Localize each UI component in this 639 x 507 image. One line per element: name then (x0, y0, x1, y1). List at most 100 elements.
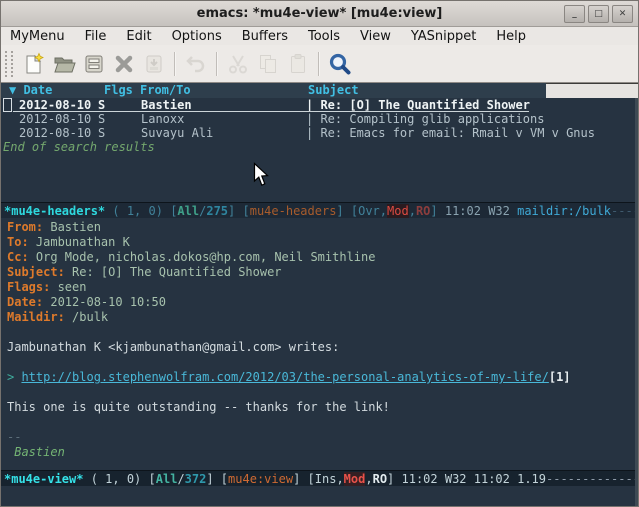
menu-buffers[interactable]: Buffers (242, 29, 288, 44)
window-right-edge (635, 98, 638, 506)
header-line-tail (546, 83, 638, 98)
field-label: Maildir: (7, 310, 65, 324)
field-value: 2012-08-10 10:50 (43, 295, 166, 309)
message-field-flags: Flags: seen (7, 280, 638, 295)
row-from: Suvayu Ali (141, 126, 213, 140)
modeline-pos: Ins, (315, 472, 344, 486)
modeline-pos: ] (387, 472, 401, 486)
message-field-to: To: Jambunathan K (7, 235, 638, 250)
menu-mymenu[interactable]: MyMenu (10, 29, 65, 44)
modeline-all: All (156, 472, 178, 486)
body-line: Jambunathan K <kjambunathan@gmail.com> w… (7, 340, 638, 355)
field-value: Re: [O] The Quantified Shower (65, 265, 282, 279)
menu-tools[interactable]: Tools (308, 29, 340, 44)
message-field-subject: Subject: Re: [O] The Quantified Shower (7, 265, 638, 280)
signature: Bastien (7, 445, 65, 459)
menu-view[interactable]: View (360, 29, 391, 44)
row-subject: | Re: Compiling glib applications (306, 112, 544, 126)
modeline-dash: ---------------- (611, 204, 638, 218)
open-icon[interactable] (49, 49, 79, 79)
modeline-mod: Mod (387, 204, 409, 218)
body-line: > http://blog.stephenwolfram.com/2012/03… (7, 370, 638, 385)
maximize-button[interactable]: □ (588, 5, 609, 23)
headers-column-header[interactable]: ▼ Date Flgs From/To Subject (1, 83, 638, 98)
menu-file[interactable]: File (85, 29, 107, 44)
modeline-ro: RO (416, 204, 430, 218)
modeline-pos: , (365, 472, 372, 486)
row-flags: S (98, 98, 105, 112)
minimize-button[interactable]: _ (564, 5, 585, 23)
body-line: Bastien (7, 445, 638, 460)
body-line: -- (7, 430, 638, 445)
row-from: Lanoxx (141, 112, 184, 126)
title-bar[interactable]: emacs: *mu4e-view* [mu4e:view] _□✕ (1, 1, 638, 27)
field-label: Cc: (7, 250, 29, 264)
modeline-pos: Ovr, (358, 204, 387, 218)
cut-icon (223, 49, 253, 79)
field-value: Org Mode, nicholas.dokos@hp.com, Neil Sm… (29, 250, 376, 264)
body-link[interactable]: http://blog.stephenwolfram.com/2012/03/t… (21, 370, 548, 384)
message-field-cc: Cc: Org Mode, nicholas.dokos@hp.com, Nei… (7, 250, 638, 265)
link-reference: [1] (549, 370, 571, 384)
modeline-num: 372 (185, 472, 207, 486)
emacs-text-area: ▼ Date Flgs From/To Subject 2012-08-10 S B… (1, 83, 638, 506)
row-from: Bastien (141, 98, 192, 112)
modeline-all: All (177, 204, 199, 218)
header-row[interactable]: 2012-08-10SLanoxx| Re: Compiling glib ap… (1, 112, 638, 126)
body-line (7, 355, 638, 370)
menu-yasnippet[interactable]: YASnippet (411, 29, 477, 44)
column-flags[interactable]: Flgs (104, 83, 133, 98)
delete-icon[interactable] (109, 49, 139, 79)
menu-help[interactable]: Help (496, 29, 526, 44)
end-of-search-results: End of search results (1, 140, 638, 154)
menu-options[interactable]: Options (172, 29, 222, 44)
field-label: Subject: (7, 265, 65, 279)
save-as-icon (139, 49, 169, 79)
row-date: 2012-08-10 (19, 126, 91, 140)
close-button[interactable]: ✕ (612, 5, 633, 23)
toolbar-drag-handle-icon[interactable] (5, 51, 13, 77)
text-cursor (3, 98, 12, 112)
message-body: Jambunathan K <kjambunathan@gmail.com> w… (7, 325, 638, 460)
row-subject: | Re: [O] The Quantified Shower (306, 98, 530, 112)
header-row[interactable]: 2012-08-10SSuvayu Ali| Re: Emacs for ema… (1, 126, 638, 140)
search-icon[interactable] (325, 49, 355, 79)
modeline-pos: ] [ (293, 472, 315, 486)
body-line: This one is quite outstanding -- thanks … (7, 400, 638, 415)
message-field-maildir: Maildir: /bulk (7, 310, 638, 325)
body-line (7, 415, 638, 430)
body-line (7, 385, 638, 400)
modeline-pos: [ (149, 472, 156, 486)
modeline-time: 11:02 W32 11:02 1.19 (402, 472, 547, 486)
mu4e-view-window: From: BastienTo: Jambunathan KCc: Org Mo… (1, 218, 638, 470)
modeline-name: *mu4e-view* (4, 472, 83, 486)
modeline-pos: , (409, 204, 416, 218)
field-label: Flags: (7, 280, 50, 294)
headers-rows: 2012-08-10 S Bastien | Re: [O] The Quantifi… (1, 98, 638, 140)
modeline-time: 11:02 W32 (445, 204, 517, 218)
toolbar-separator (174, 52, 176, 76)
window-controls: _□✕ (564, 5, 633, 23)
modeline-pos: ] [ (228, 204, 250, 218)
modeline-num: 275 (206, 204, 228, 218)
field-value: Bastien (43, 220, 101, 234)
quote-marker: > (7, 370, 21, 384)
modeline-link[interactable]: maildir:/bulk (517, 204, 611, 218)
modeline-pos: ( 1, 0) (83, 472, 148, 486)
header-row[interactable]: 2012-08-10SBastien| Re: [O] The Quantifi… (1, 98, 638, 112)
field-label: From: (7, 220, 43, 234)
menu-edit[interactable]: Edit (126, 29, 151, 44)
modeline-name: *mu4e-headers* (4, 204, 105, 218)
row-flags: S (98, 126, 105, 140)
tool-bar (1, 45, 638, 83)
modeline-pos: ] (430, 204, 444, 218)
column-date[interactable]: ▼ Date (9, 83, 52, 98)
save-icon[interactable] (79, 49, 109, 79)
new-file-icon[interactable] (19, 49, 49, 79)
mu4e-headers-modeline: *mu4e-headers* ( 1, 0) [All/275] [mu4e-h… (1, 202, 638, 218)
column-from[interactable]: From/To (140, 83, 191, 98)
message-field-from: From: Bastien (7, 220, 638, 235)
modeline-mod: Mod (344, 472, 366, 486)
row-flags: S (98, 112, 105, 126)
column-subject[interactable]: Subject (308, 83, 359, 98)
